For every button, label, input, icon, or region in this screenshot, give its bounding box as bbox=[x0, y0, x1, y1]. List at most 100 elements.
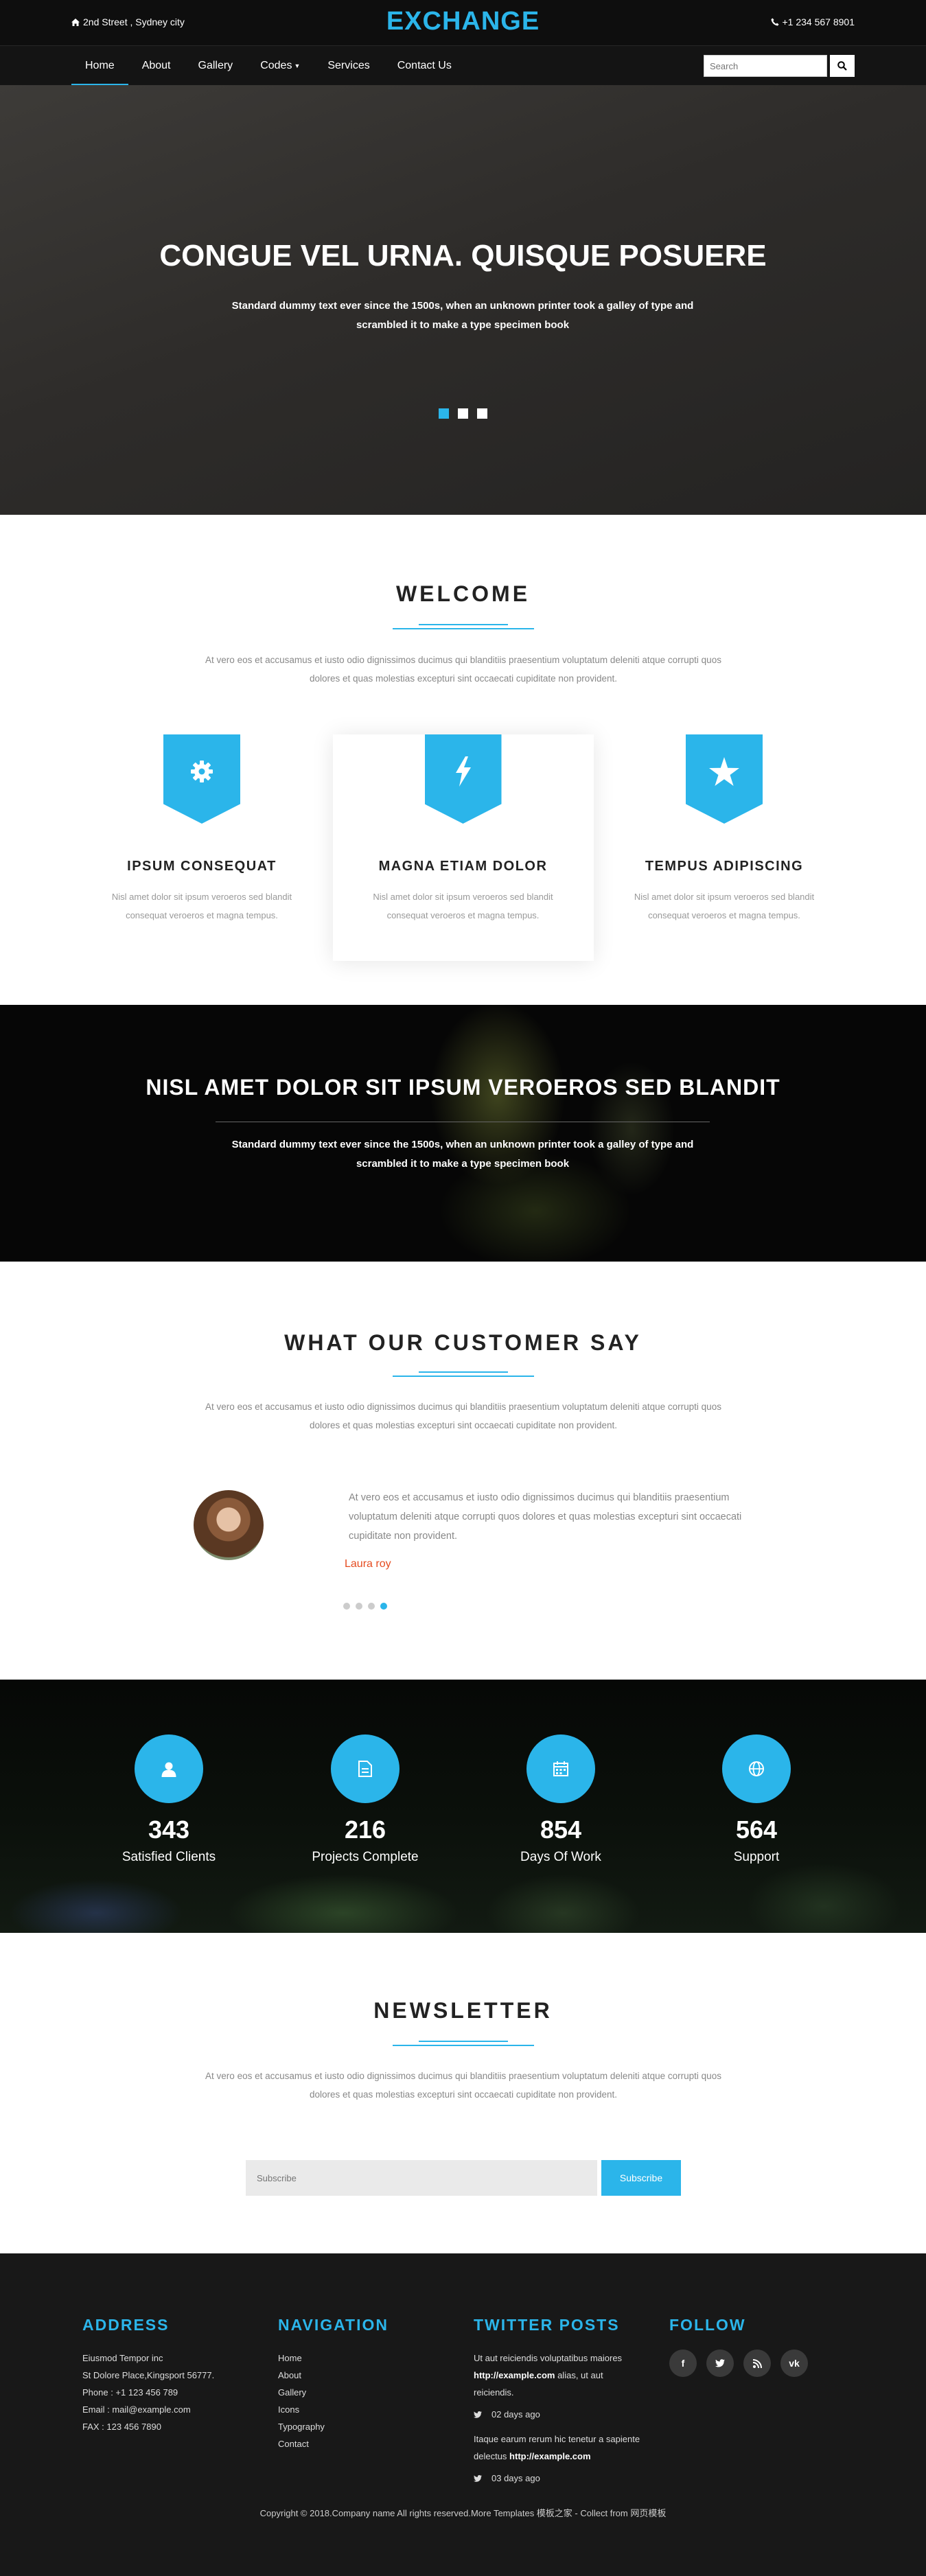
testimonial-dots bbox=[343, 1603, 387, 1610]
customer-avatar bbox=[194, 1490, 264, 1560]
section-description: At vero eos et accusamus et iusto odio d… bbox=[205, 2071, 721, 2100]
address-line: FAX : 123 456 7890 bbox=[82, 2422, 161, 2432]
nav-item-contact[interactable]: Contact Us bbox=[384, 46, 465, 86]
nav-label: Services bbox=[327, 60, 370, 71]
title-underline bbox=[393, 1371, 534, 1377]
stat-item: 854 Days Of Work bbox=[492, 1734, 629, 1865]
feature-title: TEMPUS ADIPISCING bbox=[645, 859, 804, 874]
footer-nav-link[interactable]: About bbox=[278, 2367, 389, 2384]
nav-label: Gallery bbox=[198, 60, 233, 71]
nav-item-gallery[interactable]: Gallery bbox=[185, 46, 247, 86]
phone-info: +1 234 567 8901 bbox=[771, 16, 855, 27]
section-title: WHAT OUR CUSTOMER SAY bbox=[284, 1330, 642, 1355]
testimonial-dot[interactable] bbox=[343, 1603, 350, 1610]
calendar-icon bbox=[553, 1761, 568, 1776]
stat-item: 564 Support bbox=[688, 1734, 825, 1865]
slider-dot[interactable] bbox=[439, 408, 449, 419]
nav-item-about[interactable]: About bbox=[128, 46, 185, 86]
twitter-icon bbox=[474, 2411, 482, 2418]
address-line: St Dolore Place,Kingsport 56777. bbox=[82, 2370, 215, 2380]
testimonial-author: Laura roy bbox=[345, 1558, 391, 1570]
feature-badge bbox=[686, 734, 763, 824]
feature-title: IPSUM CONSEQUAT bbox=[127, 859, 277, 874]
hero-title: CONGUE VEL URNA. QUISQUE POSUERE bbox=[159, 239, 767, 272]
welcome-section: WELCOME At vero eos et accusamus et iust… bbox=[0, 515, 926, 1005]
footer-nav-link[interactable]: Home bbox=[278, 2349, 389, 2367]
stat-value: 854 bbox=[540, 1815, 582, 1844]
nav-item-codes[interactable]: Codes ▼ bbox=[246, 46, 314, 86]
section-description: At vero eos et accusamus et iusto odio d… bbox=[205, 655, 721, 684]
feature-text: Nisl amet dolor sit ipsum veroeros sed b… bbox=[634, 892, 815, 920]
feature-badge bbox=[163, 734, 240, 824]
hero-slider: CONGUE VEL URNA. QUISQUE POSUERE Standar… bbox=[0, 85, 926, 515]
feature-title: MAGNA ETIAM DOLOR bbox=[378, 859, 548, 874]
search-icon bbox=[837, 61, 847, 71]
stat-circle bbox=[722, 1734, 791, 1803]
banner-text: Standard dummy text ever since the 1500s… bbox=[231, 1139, 694, 1170]
footer-heading: ADDRESS bbox=[82, 2316, 170, 2334]
stat-circle bbox=[135, 1734, 203, 1803]
banner-section: NISL AMET DOLOR SIT IPSUM VEROEROS SED B… bbox=[0, 1005, 926, 1262]
tweet-time: 03 days ago bbox=[474, 2473, 645, 2483]
address-line: Phone : +1 123 456 789 bbox=[82, 2387, 178, 2398]
footer-heading: NAVIGATION bbox=[278, 2316, 389, 2334]
tweet-link[interactable]: http://example.com bbox=[474, 2370, 555, 2380]
stat-label: Support bbox=[733, 1850, 780, 1864]
stat-label: Projects Complete bbox=[312, 1850, 419, 1864]
stat-item: 343 Satisfied Clients bbox=[100, 1734, 238, 1865]
feature-card: IPSUM CONSEQUAT Nisl amet dolor sit ipsu… bbox=[71, 734, 332, 961]
globe-icon bbox=[749, 1761, 764, 1776]
section-title: NEWSLETTER bbox=[373, 1998, 553, 2023]
tweet-link[interactable]: http://example.com bbox=[509, 2451, 590, 2461]
footer-nav-link[interactable]: Gallery bbox=[278, 2384, 389, 2401]
footer-navigation: NAVIGATION Home About Gallery Icons Typo… bbox=[278, 2316, 389, 2452]
title-underline bbox=[393, 624, 534, 629]
subscribe-input[interactable] bbox=[246, 2160, 597, 2196]
footer-follow: FOLLOW f vk bbox=[669, 2316, 808, 2377]
phone-icon bbox=[771, 18, 778, 26]
subscribe-button[interactable]: Subscribe bbox=[601, 2160, 681, 2196]
feature-card: MAGNA ETIAM DOLOR Nisl amet dolor sit ip… bbox=[333, 734, 594, 961]
tweet-time: 02 days ago bbox=[474, 2409, 645, 2420]
testimonial-dot[interactable] bbox=[356, 1603, 362, 1610]
rss-icon[interactable] bbox=[743, 2349, 771, 2377]
stat-label: Days Of Work bbox=[520, 1850, 601, 1864]
search-button[interactable] bbox=[830, 55, 855, 77]
testimonial-dot[interactable] bbox=[380, 1603, 387, 1610]
nav-item-home[interactable]: Home bbox=[71, 46, 128, 86]
nav-label: Contact Us bbox=[397, 60, 452, 71]
testimonial-dot[interactable] bbox=[368, 1603, 375, 1610]
feature-card: TEMPUS ADIPISCING Nisl amet dolor sit ip… bbox=[594, 734, 855, 961]
social-links: f vk bbox=[669, 2349, 808, 2377]
nav-menu: Home About Gallery Codes ▼ Services Conta… bbox=[71, 46, 465, 86]
slider-dot[interactable] bbox=[477, 408, 487, 419]
stat-circle bbox=[331, 1734, 400, 1803]
vk-icon[interactable]: vk bbox=[780, 2349, 808, 2377]
footer-address: ADDRESS Eiusmod Tempor inc St Dolore Pla… bbox=[82, 2316, 214, 2435]
stat-circle bbox=[526, 1734, 595, 1803]
top-bar: 2nd Street , Sydney city EXCHANGE +1 234… bbox=[0, 0, 926, 45]
facebook-icon[interactable]: f bbox=[669, 2349, 697, 2377]
nav-label: Codes bbox=[260, 60, 292, 71]
footer-nav-link[interactable]: Typography bbox=[278, 2418, 389, 2435]
hero-text: Standard dummy text ever since the 1500s… bbox=[231, 300, 694, 331]
tweet: Itaque earum rerum hic tenetur a sapient… bbox=[474, 2430, 645, 2465]
twitter-icon[interactable] bbox=[706, 2349, 734, 2377]
search-form bbox=[704, 55, 855, 77]
slider-dot[interactable] bbox=[458, 408, 468, 419]
nav-label: Home bbox=[85, 60, 115, 71]
address-line: Eiusmod Tempor inc bbox=[82, 2353, 163, 2363]
footer-nav-link[interactable]: Contact bbox=[278, 2435, 389, 2452]
feature-badge bbox=[424, 734, 502, 824]
address-line[interactable]: Email : mail@example.com bbox=[82, 2401, 214, 2418]
tweet-time-text: 02 days ago bbox=[491, 2409, 540, 2420]
feature-text: Nisl amet dolor sit ipsum veroeros sed b… bbox=[373, 892, 553, 920]
footer: ADDRESS Eiusmod Tempor inc St Dolore Pla… bbox=[0, 2253, 926, 2576]
copyright-text: Copyright © 2018.Company name All rights… bbox=[259, 2508, 667, 2518]
footer-nav-link[interactable]: Icons bbox=[278, 2401, 389, 2418]
slider-dots bbox=[0, 408, 926, 419]
nav-item-services[interactable]: Services bbox=[314, 46, 383, 86]
feature-list: IPSUM CONSEQUAT Nisl amet dolor sit ipsu… bbox=[71, 734, 855, 961]
star-icon bbox=[709, 757, 739, 786]
search-input[interactable] bbox=[704, 55, 827, 77]
